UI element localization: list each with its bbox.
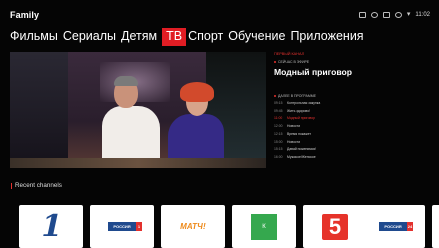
channel-logo-rossiya-1: РОССИЯ 1: [108, 222, 142, 231]
schedule-title: Новости: [287, 139, 301, 144]
schedule-time: 15:15: [274, 147, 283, 152]
channel-logo-perviy: 1: [36, 208, 66, 244]
program-info: ПЕРВЫЙ КАНАЛ СЕЙЧАС В ЭФИРЕ Модный приго…: [274, 52, 434, 172]
schedule-title: Жить здорово!: [287, 108, 310, 113]
guest-hair: [180, 82, 214, 102]
schedule-title: Контрольная закупка: [287, 101, 321, 105]
channel-logo-text: РОССИЯ: [113, 224, 131, 229]
schedule-time: 15:00: [274, 139, 283, 144]
nav-item-series[interactable]: Сериалы: [63, 28, 120, 46]
nav-item-apps[interactable]: Приложения: [290, 28, 367, 46]
schedule-time: 09:45: [274, 108, 283, 113]
recent-channels-title: Recent channels: [11, 182, 62, 189]
channel-logo-rossiya-24: РОССИЯ 24: [379, 222, 413, 231]
presenter-hair: [114, 76, 138, 86]
nav-item-tv[interactable]: ТВ: [162, 28, 187, 46]
channel-tile-kultura[interactable]: К: [232, 205, 296, 248]
now-playing-title: Модный приговор: [274, 67, 353, 77]
schedule-heading-text: ДАЛЕЕ В ПРОГРАММЕ: [278, 94, 317, 98]
input-icon: [358, 12, 366, 18]
nav-item-sport[interactable]: Спорт: [188, 28, 227, 46]
now-label-text: СЕЙЧАС В ЭФИРЕ: [278, 60, 310, 64]
schedule-row[interactable]: 09:15 Контрольная закупка: [274, 100, 434, 108]
status-bar: ▾ 11:02: [358, 11, 430, 18]
recent-channels-row: 1 РОССИЯ 1 МАТЧ! К 5 РОССИЯ 24: [10, 205, 439, 248]
schedule-list: 09:15 Контрольная закупка 09:45 Жить здоро…: [274, 100, 434, 162]
screen-icon: [382, 12, 390, 18]
nav-item-kids[interactable]: Детям: [121, 28, 161, 46]
channel-logo-text: РОССИЯ: [384, 224, 402, 229]
schedule-dot-icon: [274, 95, 276, 98]
channel-tile-ntv[interactable]: [432, 205, 439, 248]
app-logo: Family: [10, 10, 40, 20]
channel-name: ПЕРВЫЙ КАНАЛ: [274, 52, 305, 56]
schedule-heading: ДАЛЕЕ В ПРОГРАММЕ: [274, 94, 434, 98]
now-label: СЕЙЧАС В ЭФИРЕ: [274, 60, 434, 64]
top-bar: Family ▾ 11:02: [0, 0, 439, 24]
schedule-title: Давай поженимся!: [287, 147, 317, 152]
channel-logo-5: 5: [322, 213, 348, 240]
schedule-time: 09:15: [274, 101, 283, 105]
schedule-row[interactable]: 15:00 Новости: [274, 139, 434, 147]
schedule-title: Новости: [287, 124, 301, 129]
tv-screen: Family ▾ 11:02 Фильмы Сериалы Детям ТВ С…: [0, 0, 439, 248]
schedule-row[interactable]: 16:00 Мужское/Женское: [274, 154, 434, 162]
now-dot-icon: [274, 61, 276, 64]
video-player[interactable]: [10, 52, 266, 168]
schedule-row[interactable]: 12:15 Время покажет: [274, 131, 434, 139]
main-nav: Фильмы Сериалы Детям ТВ Спорт Обучение П…: [10, 28, 369, 46]
schedule-row[interactable]: 09:45 Жить здорово!: [274, 108, 434, 116]
channel-logo-kultura: К: [251, 213, 277, 240]
channel-tile-perviy[interactable]: 1: [19, 205, 83, 248]
schedule-title: Модный приговор: [287, 116, 315, 121]
clock: 11:02: [415, 12, 430, 18]
nav-item-education[interactable]: Обучение: [228, 28, 289, 46]
wifi-icon: ▾: [406, 11, 411, 18]
timer-icon: [394, 12, 402, 18]
schedule-time: 16:00: [274, 154, 283, 159]
schedule-title: Мужское/Женское: [287, 154, 316, 159]
schedule-title: Время покажет: [287, 131, 311, 136]
schedule-row-current[interactable]: 11:00 Модный приговор: [274, 115, 434, 123]
channel-tile-rossiya-1[interactable]: РОССИЯ 1: [90, 205, 154, 248]
schedule-row[interactable]: 12:00 Новости: [274, 123, 434, 131]
schedule-time: 11:00: [274, 116, 283, 121]
schedule-time: 12:00: [274, 124, 283, 129]
nav-item-films[interactable]: Фильмы: [10, 28, 62, 46]
schedule-time: 12:15: [274, 131, 283, 136]
channel-logo-number: 1: [136, 222, 142, 231]
channel-tile-5[interactable]: 5: [303, 205, 367, 248]
channel-tile-rossiya-24[interactable]: РОССИЯ 24: [361, 205, 425, 248]
settings-icon: [370, 12, 378, 18]
channel-logo-number: 24: [407, 222, 413, 231]
channel-tile-match[interactable]: МАТЧ!: [161, 205, 225, 248]
channel-logo-match: МАТЧ!: [180, 222, 206, 231]
studio-floor: [10, 158, 266, 168]
schedule-row[interactable]: 15:15 Давай поженимся!: [274, 146, 434, 154]
